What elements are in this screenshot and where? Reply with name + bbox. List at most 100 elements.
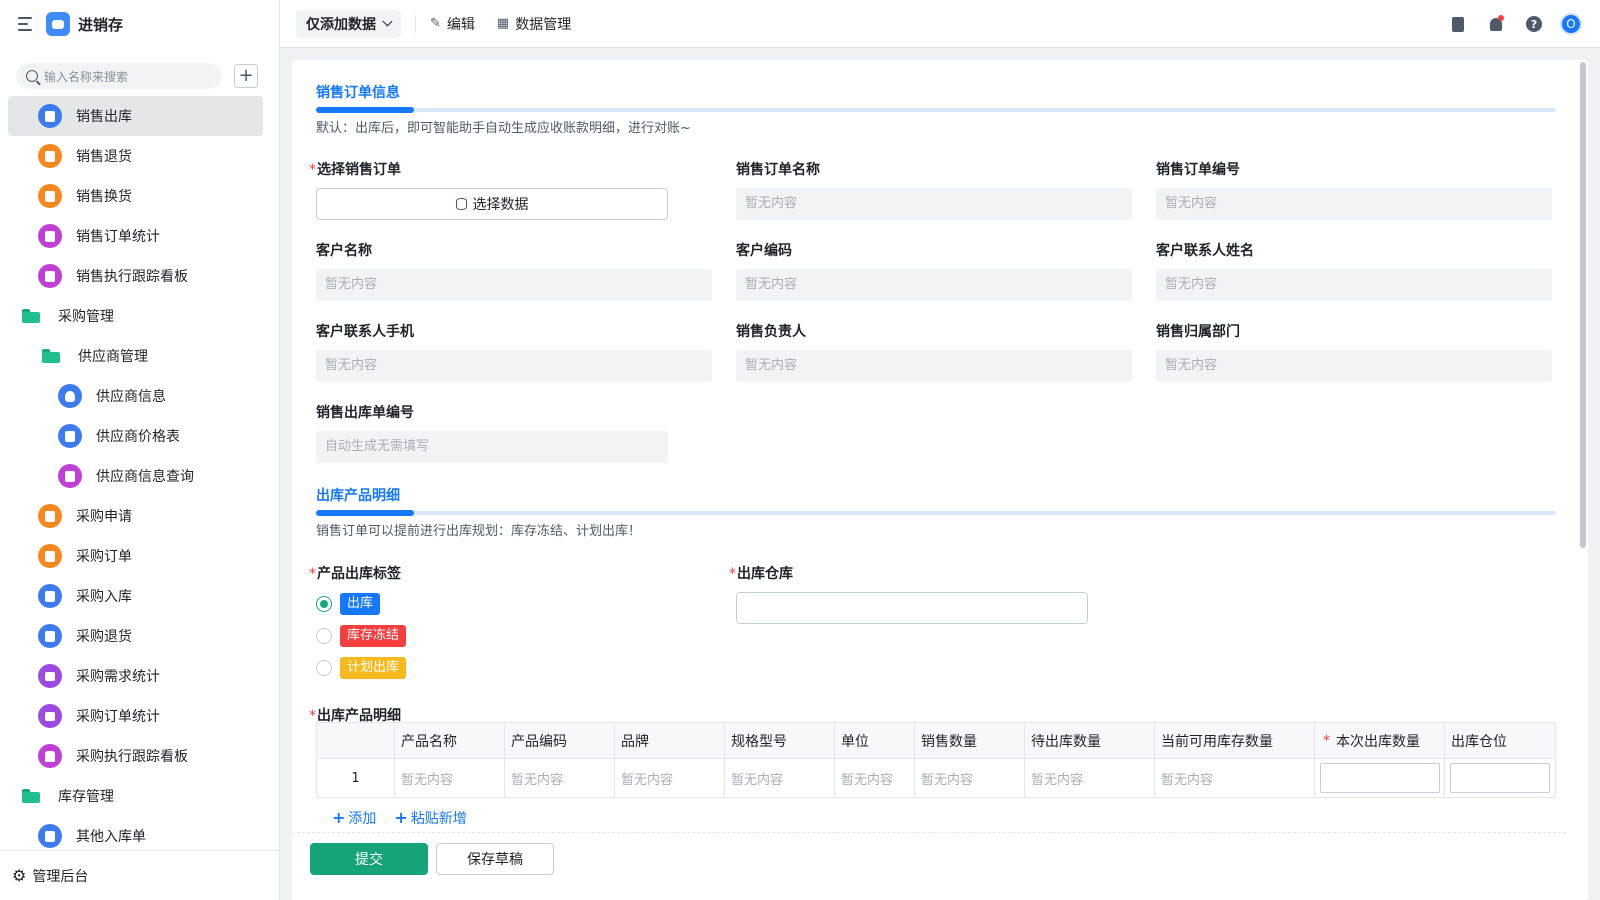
search-placeholder: 输入名称来搜索 xyxy=(44,69,129,84)
notification-dot xyxy=(1498,15,1504,21)
app-logo-icon xyxy=(46,12,70,36)
sidebar-item[interactable]: 采购退货 xyxy=(8,616,263,656)
scrollbar-thumb[interactable] xyxy=(1580,62,1586,548)
document-icon xyxy=(38,624,62,648)
table-icon: ▦ xyxy=(496,16,510,31)
add-row-button[interactable]: + 添加 xyxy=(332,808,376,828)
add-icon[interactable]: + xyxy=(234,64,258,88)
sidebar-item-label: 采购订单 xyxy=(76,549,132,565)
folder-icon xyxy=(42,349,60,363)
sidebar-item-label: 销售退货 xyxy=(76,149,132,165)
scrollbar[interactable] xyxy=(1578,60,1588,900)
mode-dropdown[interactable]: 仅添加数据 xyxy=(296,9,401,38)
sidebar-item-label: 销售订单统计 xyxy=(76,229,160,245)
table-cell: 暂无内容 xyxy=(915,759,1025,797)
sidebar-item[interactable]: 销售执行跟踪看板 xyxy=(8,256,263,296)
chart-icon xyxy=(38,264,62,288)
sidebar-item[interactable]: 供应商管理 xyxy=(8,336,263,376)
home-icon xyxy=(38,744,62,768)
section-bar xyxy=(316,510,1556,516)
box-icon xyxy=(38,544,62,568)
field-label: 销售出库单编号 xyxy=(316,405,414,421)
warehouse-input[interactable] xyxy=(736,592,1088,624)
book-icon[interactable] xyxy=(1446,12,1470,36)
search-icon xyxy=(26,70,38,82)
menu-icon[interactable] xyxy=(18,17,34,31)
sidebar-item-label: 采购需求统计 xyxy=(76,669,160,685)
sidebar-item[interactable]: 销售换货 xyxy=(8,176,263,216)
avatar[interactable]: O xyxy=(1560,13,1582,35)
table-cell: 暂无内容 xyxy=(615,759,725,797)
sidebar-item[interactable]: 供应商信息 xyxy=(8,376,263,416)
radio-option[interactable]: 计划出库 xyxy=(316,656,616,680)
sidebar-item[interactable]: 采购管理 xyxy=(8,296,263,336)
user-icon xyxy=(58,384,82,408)
sidebar-item-label: 采购申请 xyxy=(76,509,132,525)
bar-chart-icon xyxy=(38,704,62,728)
product-detail-table: 产品名称 产品编码 品牌 规格型号 单位 销售数量 待出库数量 当前可用库存数量… xyxy=(316,722,1556,798)
submit-button[interactable]: 提交 xyxy=(310,843,428,875)
document-icon xyxy=(58,424,82,448)
table-header: 当前可用库存数量 xyxy=(1155,723,1315,758)
toolbar-divider xyxy=(415,14,416,33)
paste-add-button[interactable]: + 粘贴新增 xyxy=(394,808,466,828)
table-header: 规格型号 xyxy=(725,723,835,758)
edit-button[interactable]: ✎ 编辑 xyxy=(430,14,475,34)
sidebar-item[interactable]: 采购执行跟踪看板 xyxy=(8,736,263,776)
sidebar-item[interactable]: 采购需求统计 xyxy=(8,656,263,696)
sidebar-item-label: 供应商价格表 xyxy=(96,429,180,445)
document-icon xyxy=(38,824,62,848)
field-label: 销售订单名称 xyxy=(736,162,820,178)
bell-icon[interactable] xyxy=(1484,12,1508,36)
sidebar-item[interactable]: 销售订单统计 xyxy=(8,216,263,256)
folder-icon xyxy=(22,309,40,323)
radio-unchecked[interactable] xyxy=(316,628,332,644)
database-icon xyxy=(455,198,467,210)
outbound-qty-input[interactable] xyxy=(1320,763,1440,793)
radio-option[interactable]: 库存冻结 xyxy=(316,624,616,648)
sidebar-nav: 销售出库 销售退货 销售换货 销售订单统计 销售执行跟踪看板 采购管理 供应商管理 供应商信息… xyxy=(8,96,263,856)
field-warehouse: *出库仓库 xyxy=(729,564,1088,624)
readonly-value: 自动生成无需填写 xyxy=(316,431,668,463)
field-outbound-no: 销售出库单编号 自动生成无需填写 xyxy=(316,403,668,463)
table-cell-input xyxy=(1315,759,1445,797)
sidebar-item[interactable]: 采购订单 xyxy=(8,536,263,576)
section-desc: 默认：出库后，即可智能助手自动生成应收账款明细，进行对账~ xyxy=(316,121,691,136)
field-customer-code: 客户编码 暂无内容 xyxy=(736,241,1132,301)
sidebar-item[interactable]: 销售退货 xyxy=(8,136,263,176)
help-icon[interactable]: ? xyxy=(1522,12,1546,36)
admin-console-button[interactable]: ⚙ 管理后台 xyxy=(0,850,279,900)
radio-checked[interactable] xyxy=(316,596,332,612)
readonly-value: 暂无内容 xyxy=(1156,188,1552,220)
sidebar-item-label: 采购订单统计 xyxy=(76,709,160,725)
location-input[interactable] xyxy=(1450,763,1550,793)
topbar: 仅添加数据 ✎ 编辑 ▦ 数据管理 ? O xyxy=(280,0,1600,48)
save-draft-button[interactable]: 保存草稿 xyxy=(436,843,554,875)
sidebar-item[interactable]: 供应商信息查询 xyxy=(8,456,263,496)
radio-option[interactable]: 出库 xyxy=(316,592,616,616)
mode-dropdown-label: 仅添加数据 xyxy=(306,16,376,33)
sidebar-item[interactable]: 采购入库 xyxy=(8,576,263,616)
sidebar-item-label: 供应商信息查询 xyxy=(96,469,194,485)
select-data-button[interactable]: 选择数据 xyxy=(316,188,668,220)
table-header: 单位 xyxy=(835,723,915,758)
box-icon xyxy=(38,504,62,528)
sidebar-item[interactable]: 供应商价格表 xyxy=(8,416,263,456)
document-icon xyxy=(38,104,62,128)
sidebar-search-row: 输入名称来搜索 + xyxy=(0,48,279,96)
section-bar xyxy=(316,107,1556,113)
readonly-value: 暂无内容 xyxy=(316,269,712,301)
sidebar-item[interactable]: 采购订单统计 xyxy=(8,696,263,736)
section-title-order-info: 销售订单信息 xyxy=(316,85,400,101)
sidebar-item[interactable]: 库存管理 xyxy=(8,776,263,816)
sidebar-item[interactable]: 采购申请 xyxy=(8,496,263,536)
field-label: 销售归属部门 xyxy=(1156,324,1240,340)
radio-unchecked[interactable] xyxy=(316,660,332,676)
sidebar-item-label: 其他入库单 xyxy=(76,829,146,845)
data-manage-button[interactable]: ▦ 数据管理 xyxy=(497,14,571,34)
sidebar-search-input[interactable]: 输入名称来搜索 xyxy=(16,63,222,89)
section-title-product-detail: 出库产品明细 xyxy=(316,488,400,504)
edit-label: 编辑 xyxy=(446,16,475,33)
sidebar-item[interactable]: 销售出库 xyxy=(8,96,263,136)
readonly-value: 暂无内容 xyxy=(736,269,1132,301)
